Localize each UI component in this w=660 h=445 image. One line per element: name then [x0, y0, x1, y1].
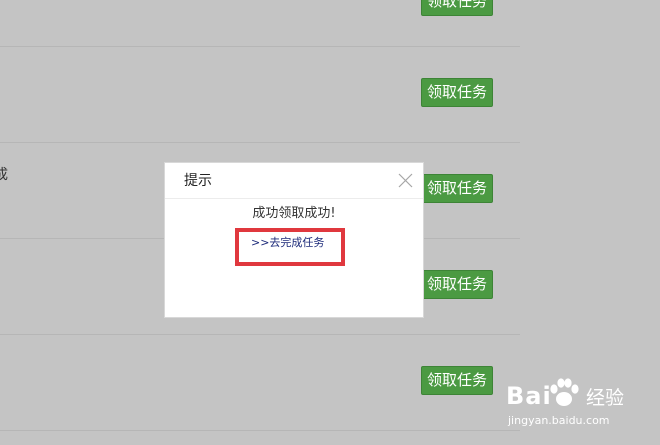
claim-task-button[interactable]: 领取任务 — [421, 78, 493, 107]
watermark-jingyan-text: 经验 — [586, 387, 625, 409]
watermark-url: jingyan.baidu.com — [508, 414, 610, 427]
row-text: 成 — [0, 167, 8, 183]
claim-task-button[interactable]: 领取任务 — [421, 366, 493, 395]
claim-task-button[interactable]: 领取任务 — [421, 270, 493, 299]
row-divider — [0, 46, 520, 47]
dialog-header: 提示 — [165, 163, 423, 199]
complete-task-link[interactable]: >>去完成任务 — [251, 235, 324, 251]
row-divider — [0, 430, 520, 431]
notice-dialog: 提示 成功领取成功! >>去完成任务 — [164, 162, 424, 318]
close-icon[interactable] — [398, 173, 413, 188]
claim-task-button[interactable]: 领取任务 — [421, 0, 493, 16]
dialog-title: 提示 — [184, 173, 212, 189]
paw-icon — [550, 378, 579, 406]
baidu-jingyan-watermark: Bai 经验 jingyan.baidu.com — [506, 374, 656, 434]
dialog-message: 成功领取成功! — [252, 206, 336, 221]
claim-task-button[interactable]: 领取任务 — [421, 174, 493, 203]
row-divider — [0, 142, 520, 143]
watermark-logo-text: Bai — [506, 382, 552, 410]
row-divider — [0, 334, 520, 335]
